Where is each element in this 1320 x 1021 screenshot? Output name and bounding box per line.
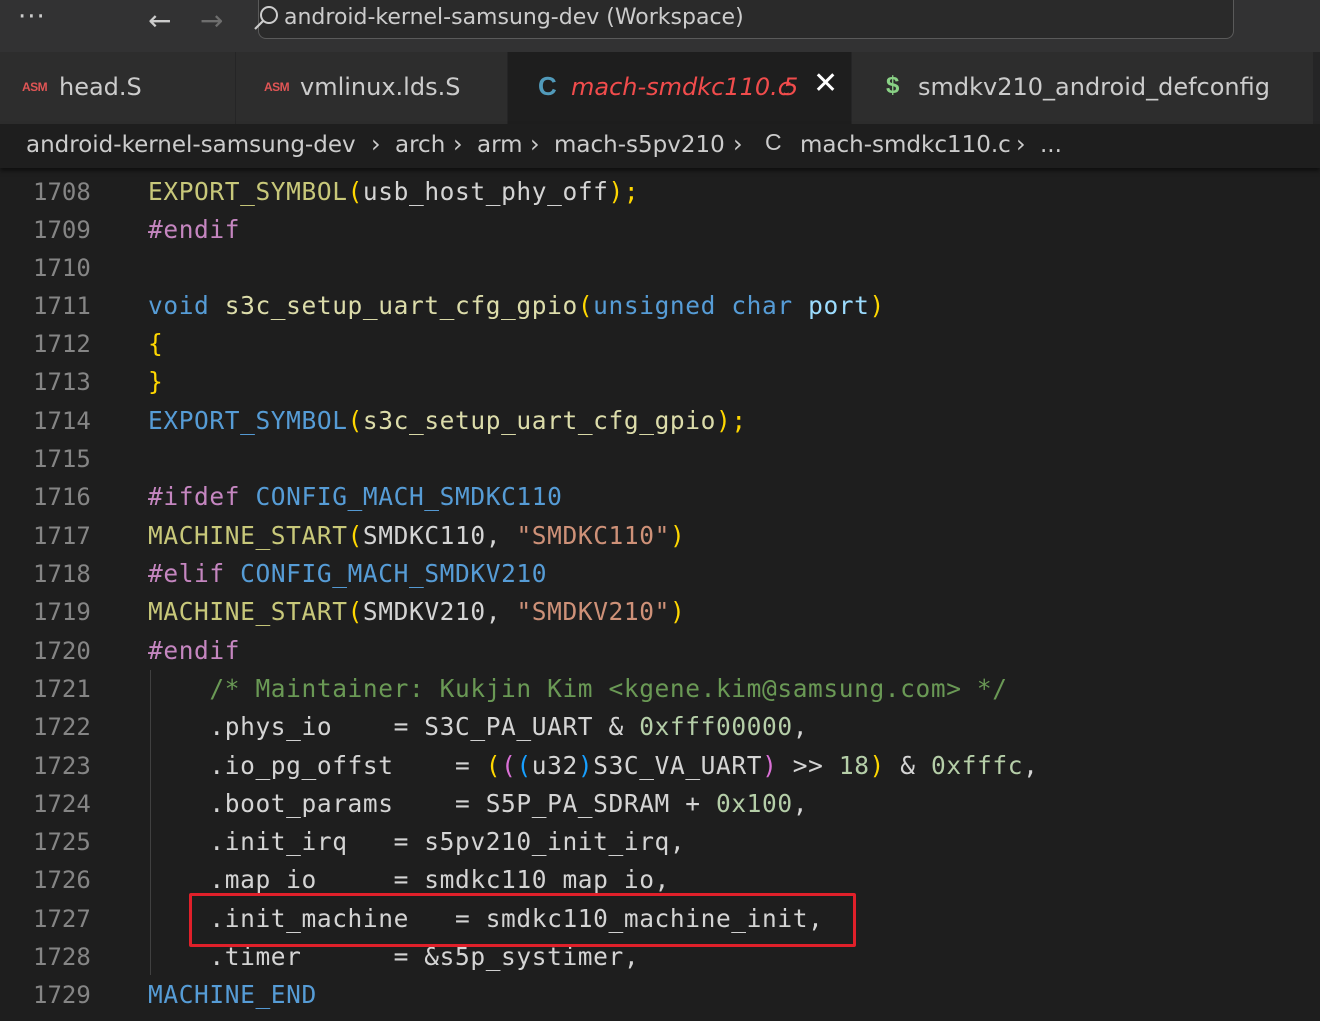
indent-guide xyxy=(150,670,151,975)
code-line: 1724 .boot_params = S5P_PA_SDRAM + 0x100… xyxy=(0,785,1320,823)
c-file-icon: C xyxy=(538,71,557,101)
breadcrumb: android-kernel-samsung-dev › arch › arm … xyxy=(0,124,1320,168)
more-actions-icon[interactable]: ··· xyxy=(18,2,46,32)
line-code: .init_irq = s5pv210_init_irq, xyxy=(148,827,686,856)
breadcrumb-item-arch[interactable]: arch xyxy=(395,132,445,158)
shell-file-icon: $ xyxy=(886,72,900,99)
breadcrumb-item-arm[interactable]: arm xyxy=(477,132,523,158)
line-code: EXPORT_SYMBOL(s3c_setup_uart_cfg_gpio); xyxy=(148,406,747,435)
code-line: 1712 { xyxy=(0,325,1320,363)
chevron-right-icon: › xyxy=(453,130,463,158)
close-icon[interactable]: ✕ xyxy=(813,66,838,101)
breadcrumb-item-symbols[interactable]: ... xyxy=(1040,132,1062,158)
line-number: 1713 xyxy=(33,368,91,396)
line-code: .boot_params = S5P_PA_SDRAM + 0x100, xyxy=(148,789,809,818)
line-code: void s3c_setup_uart_cfg_gpio(unsigned ch… xyxy=(148,291,885,320)
line-number: 1716 xyxy=(33,483,91,511)
code-line: 1713 } xyxy=(0,363,1320,401)
code-line: 1729 MACHINE_END xyxy=(0,976,1320,1014)
line-number: 1722 xyxy=(33,713,91,741)
tab-label: smdkv210_android_defconfig xyxy=(918,73,1270,101)
breadcrumb-item-mach-s5pv210[interactable]: mach-s5pv210 xyxy=(554,132,725,158)
tab-label: mach-smdkc110.c xyxy=(571,73,791,101)
chevron-right-icon: › xyxy=(733,130,743,158)
code-line: 1708 EXPORT_SYMBOL(usb_host_phy_off); xyxy=(0,173,1320,211)
line-number: 1709 xyxy=(33,216,91,244)
code-line: 1722 .phys_io = S3C_PA_UART & 0xfff00000… xyxy=(0,708,1320,746)
line-code: #endif xyxy=(148,636,241,665)
line-number: 1724 xyxy=(33,790,91,818)
line-number: 1729 xyxy=(33,981,91,1009)
c-file-icon: C xyxy=(765,129,782,155)
annotation-highlight-box xyxy=(189,893,856,947)
chevron-right-icon: › xyxy=(530,130,540,158)
line-code: #endif xyxy=(148,215,241,244)
asm-file-icon: ASM xyxy=(22,80,48,94)
breadcrumb-item-workspace[interactable]: android-kernel-samsung-dev xyxy=(26,132,356,158)
problems-count-badge: 5 xyxy=(783,73,799,101)
line-code: .io_pg_offst = (((u32)S3C_VA_UART) >> 18… xyxy=(148,751,1039,780)
tab-label: vmlinux.lds.S xyxy=(300,73,461,101)
line-number: 1723 xyxy=(33,752,91,780)
line-number: 1712 xyxy=(33,330,91,358)
chevron-right-icon: › xyxy=(371,130,381,158)
line-number: 1714 xyxy=(33,407,91,435)
code-line: 1723 .io_pg_offst = (((u32)S3C_VA_UART) … xyxy=(0,747,1320,785)
line-code: #elif CONFIG_MACH_SMDKV210 xyxy=(148,559,548,588)
line-number: 1708 xyxy=(33,178,91,206)
code-line: 1717 MACHINE_START(SMDKC110, "SMDKC110") xyxy=(0,517,1320,555)
workspace-title: android-kernel-samsung-dev (Workspace) xyxy=(284,5,744,30)
asm-file-icon: ASM xyxy=(264,80,290,94)
line-code: /* Maintainer: Kukjin Kim <kgene.kim@sam… xyxy=(148,674,1008,703)
line-code: MACHINE_END xyxy=(148,980,317,1009)
tab-label: head.S xyxy=(59,73,142,101)
line-number: 1721 xyxy=(33,675,91,703)
title-bar: ··· ← → android-kernel-samsung-dev (Work… xyxy=(0,0,1320,52)
code-line: 1711 void s3c_setup_uart_cfg_gpio(unsign… xyxy=(0,287,1320,325)
code-line: 1725 .init_irq = s5pv210_init_irq, xyxy=(0,823,1320,861)
tab-head-s[interactable]: ASM head.S xyxy=(0,52,236,124)
line-code: .phys_io = S3C_PA_UART & 0xfff00000, xyxy=(148,712,809,741)
line-code: #ifdef CONFIG_MACH_SMDKC110 xyxy=(148,482,563,511)
code-line: 1714 EXPORT_SYMBOL(s3c_setup_uart_cfg_gp… xyxy=(0,402,1320,440)
line-code: EXPORT_SYMBOL(usb_host_phy_off); xyxy=(148,177,640,206)
back-arrow-icon[interactable]: ← xyxy=(148,4,171,37)
line-code: { xyxy=(148,329,164,358)
code-line: 1715 xyxy=(0,440,1320,478)
line-code: } xyxy=(148,367,164,396)
code-line: 1709 #endif xyxy=(0,211,1320,249)
line-number: 1715 xyxy=(33,445,91,473)
line-number: 1726 xyxy=(33,866,91,894)
tab-vmlinux-lds[interactable]: ASM vmlinux.lds.S xyxy=(236,52,508,124)
line-number: 1719 xyxy=(33,598,91,626)
line-number: 1717 xyxy=(33,522,91,550)
code-line: 1720 #endif xyxy=(0,632,1320,670)
line-number: 1727 xyxy=(33,905,91,933)
tab-smdkv210-defconfig[interactable]: $ smdkv210_android_defconfig xyxy=(852,52,1314,124)
line-code: MACHINE_START(SMDKC110, "SMDKC110") xyxy=(148,521,686,550)
code-line: 1719 MACHINE_START(SMDKV210, "SMDKV210") xyxy=(0,593,1320,631)
line-number: 1718 xyxy=(33,560,91,588)
code-line: 1710 xyxy=(0,249,1320,287)
line-code: .map_io = smdkc110_map_io, xyxy=(148,865,670,894)
forward-arrow-icon[interactable]: → xyxy=(200,4,223,37)
breadcrumb-item-file[interactable]: mach-smdkc110.c xyxy=(800,132,1011,158)
tab-mach-smdkc110[interactable]: C mach-smdkc110.c 5 ✕ xyxy=(508,52,852,124)
line-number: 1725 xyxy=(33,828,91,856)
code-line: 1721 /* Maintainer: Kukjin Kim <kgene.ki… xyxy=(0,670,1320,708)
line-code: MACHINE_START(SMDKV210, "SMDKV210") xyxy=(148,597,686,626)
code-line: 1716 #ifdef CONFIG_MACH_SMDKC110 xyxy=(0,478,1320,516)
editor-tab-bar: ASM head.S ASM vmlinux.lds.S C mach-smdk… xyxy=(0,52,1320,124)
chevron-right-icon: › xyxy=(1016,130,1026,158)
line-number: 1710 xyxy=(33,254,91,282)
line-number: 1711 xyxy=(33,292,91,320)
line-number: 1728 xyxy=(33,943,91,971)
line-number: 1720 xyxy=(33,637,91,665)
search-icon xyxy=(254,6,278,30)
code-line: 1718 #elif CONFIG_MACH_SMDKV210 xyxy=(0,555,1320,593)
